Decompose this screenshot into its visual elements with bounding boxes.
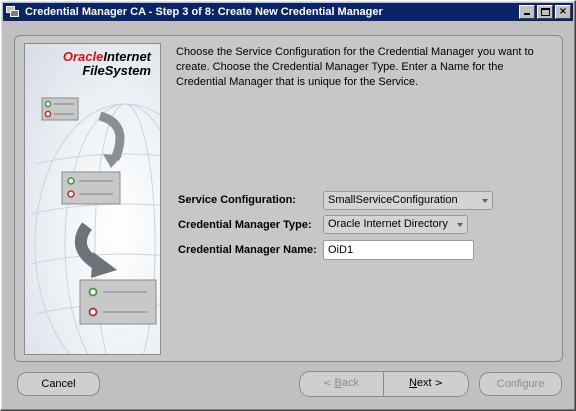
title-bar[interactable]: Credential Manager CA - Step 3 of 8: Cre… (3, 3, 573, 21)
arrowhead-large-icon (91, 252, 117, 278)
credential-manager-name-input[interactable] (323, 240, 474, 260)
configure-button[interactable]: Configure (479, 372, 562, 396)
credential-manager-name-label: Credential Manager Name: (178, 244, 317, 256)
maximize-icon (541, 8, 550, 16)
wizard-window: Credential Manager CA - Step 3 of 8: Cre… (0, 0, 576, 411)
app-icon (5, 5, 21, 19)
oracle-ifs-logo: OracleInternet FileSystem (62, 49, 151, 78)
credential-manager-type-value: Oracle Internet Directory (328, 218, 448, 230)
arrowhead-icon (103, 154, 122, 168)
service-configuration-value: SmallServiceConfiguration (328, 194, 458, 206)
service-configuration-select[interactable]: SmallServiceConfiguration (323, 191, 493, 210)
instructions-text: Choose the Service Configuration for the… (176, 46, 534, 88)
window-title: Credential Manager CA - Step 3 of 8: Cre… (25, 6, 383, 18)
credential-manager-type-label: Credential Manager Type: (178, 219, 312, 231)
service-configuration-label: Service Configuration: (178, 194, 296, 206)
illustration-graphic (29, 97, 160, 354)
close-button[interactable]: × (555, 5, 571, 19)
credential-manager-type-select[interactable]: Oracle Internet Directory (323, 215, 468, 234)
chevron-down-icon (457, 223, 463, 227)
curved-arrow-icon (98, 111, 125, 161)
cancel-button[interactable]: Cancel (17, 372, 100, 396)
config-panel-icon-1 (41, 97, 79, 121)
wizard-illustration: OracleInternet FileSystem (24, 43, 161, 355)
maximize-button[interactable] (537, 5, 553, 19)
back-chevron-icon: < (323, 378, 332, 389)
next-chevron-icon: > (434, 378, 444, 389)
minimize-button[interactable] (519, 5, 535, 19)
close-icon: × (558, 6, 568, 17)
back-button[interactable]: < Back (300, 372, 382, 396)
config-panel-icon-3 (79, 279, 157, 325)
config-panel-icon-2 (61, 171, 121, 205)
minimize-icon (524, 13, 530, 15)
chevron-down-icon (482, 199, 488, 203)
next-button[interactable]: Next > (384, 372, 468, 396)
